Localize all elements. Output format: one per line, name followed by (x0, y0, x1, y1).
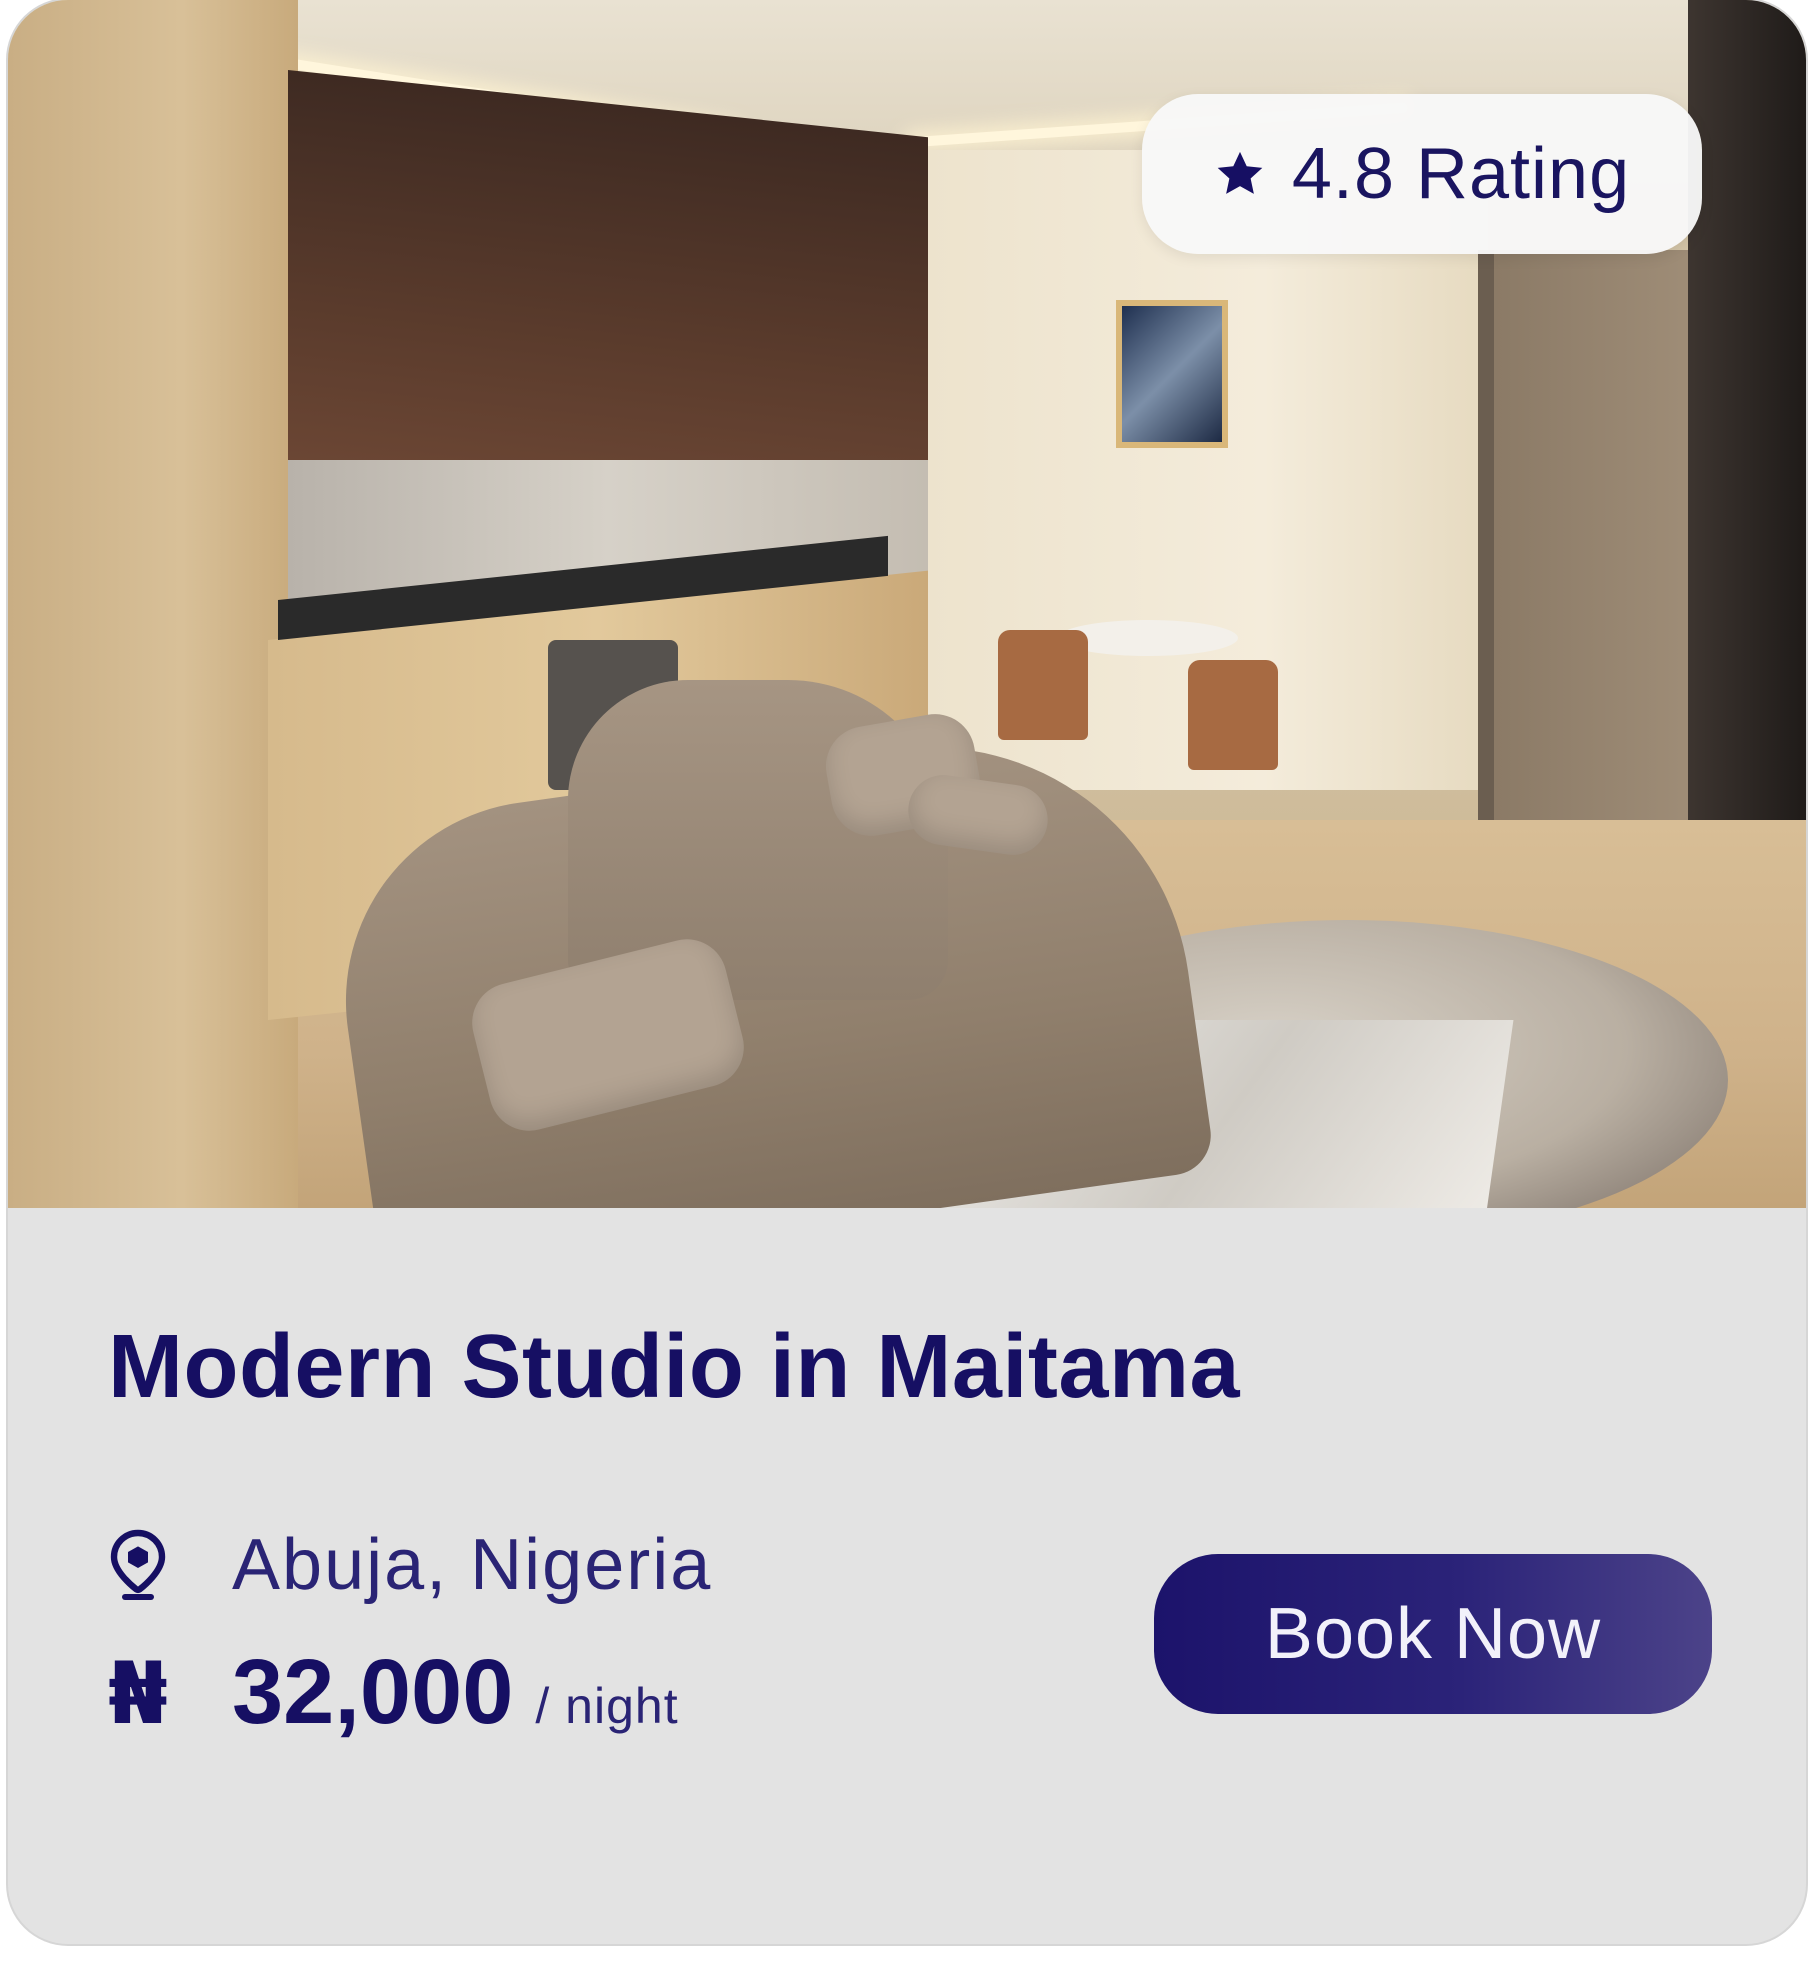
location-pin-icon (110, 1529, 166, 1600)
photo-door (1478, 250, 1704, 850)
star-icon (1217, 151, 1263, 194)
photo-left-wall (8, 0, 298, 1208)
listing-title: Modern Studio in Maitama (108, 1317, 1241, 1417)
price-row: ₦ 32,000 / night (108, 1640, 679, 1750)
photo-upper-cabinets (288, 70, 928, 528)
price-amount: 32,000 (232, 1641, 514, 1743)
location-text: Abuja, Nigeria (232, 1525, 713, 1605)
rating-badge: 4.8 Rating (1142, 94, 1702, 254)
book-now-button[interactable]: Book Now (1154, 1554, 1712, 1714)
photo-chair (998, 630, 1088, 740)
photo-artwork (1116, 300, 1228, 448)
photo-chair (1188, 660, 1278, 770)
location-row: Abuja, Nigeria (108, 1520, 712, 1610)
currency-symbol: ₦ (108, 1644, 168, 1744)
listing-card[interactable]: 4.8 Rating Modern Studio in Maitama Abuj… (8, 0, 1806, 1944)
price-unit: / night (535, 1678, 679, 1734)
rating-text: 4.8 Rating (1291, 134, 1631, 214)
